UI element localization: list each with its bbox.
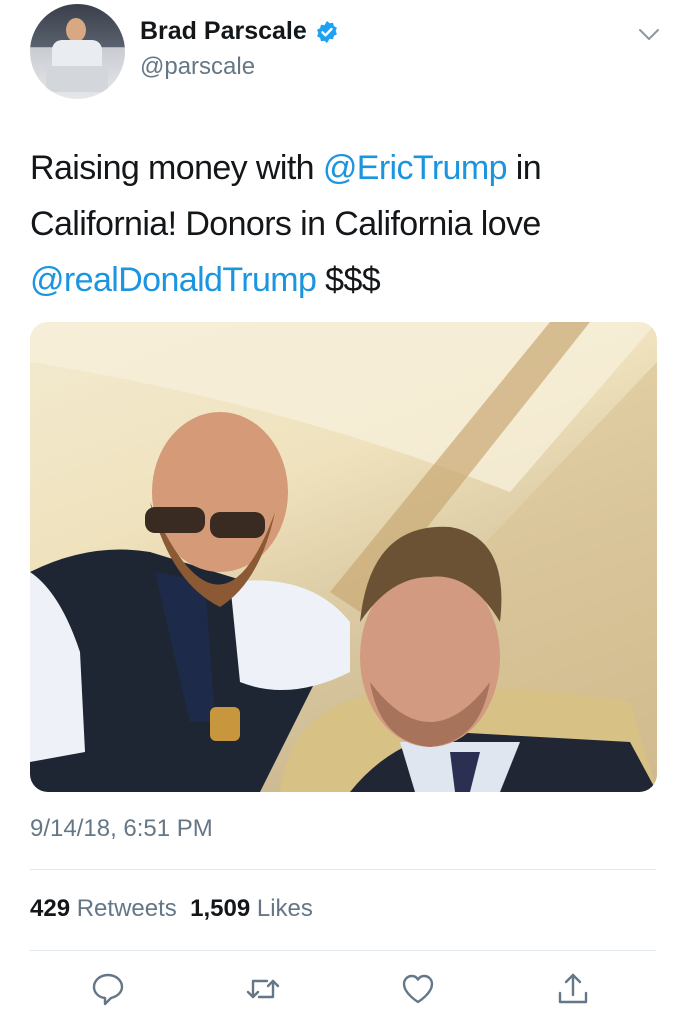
share-icon[interactable] — [555, 971, 591, 1007]
mention-link[interactable]: @realDonaldTrump — [30, 261, 317, 299]
mention-link[interactable]: @EricTrump — [323, 149, 508, 187]
display-name-row[interactable]: Brad Parscale — [140, 17, 339, 46]
reply-icon[interactable] — [90, 971, 126, 1007]
avatar[interactable] — [30, 4, 125, 99]
divider — [30, 869, 656, 870]
like-icon[interactable] — [400, 971, 436, 1007]
divider — [30, 950, 656, 951]
likes-count: 1,509 — [190, 895, 251, 922]
tweet-timestamp[interactable]: 9/14/18, 6:51 PM — [30, 815, 213, 843]
user-handle[interactable]: @parscale — [140, 53, 255, 81]
likes-stat[interactable]: 1,509 Likes — [190, 895, 313, 922]
tweet-text: Raising money with @EricTrump in Califor… — [30, 140, 660, 308]
retweets-label: Retweets — [76, 895, 177, 922]
photo-illustration — [30, 322, 657, 792]
likes-label: Likes — [256, 895, 313, 922]
tweet-photo[interactable] — [30, 322, 657, 792]
tweet-text-segment: Raising money with — [30, 149, 323, 187]
retweet-icon[interactable] — [245, 971, 281, 1007]
display-name[interactable]: Brad Parscale — [140, 17, 307, 46]
tweet-text-segment: $$$ — [316, 261, 381, 299]
retweets-count: 429 — [30, 895, 71, 922]
engagement-stats: 429 Retweets 1,509 Likes — [30, 895, 313, 923]
tweet-header: Brad Parscale @parscale — [0, 0, 686, 110]
verified-badge-icon — [316, 20, 337, 43]
retweets-stat[interactable]: 429 Retweets — [30, 895, 177, 922]
action-bar — [0, 965, 686, 1015]
chevron-down-icon[interactable] — [638, 28, 660, 42]
